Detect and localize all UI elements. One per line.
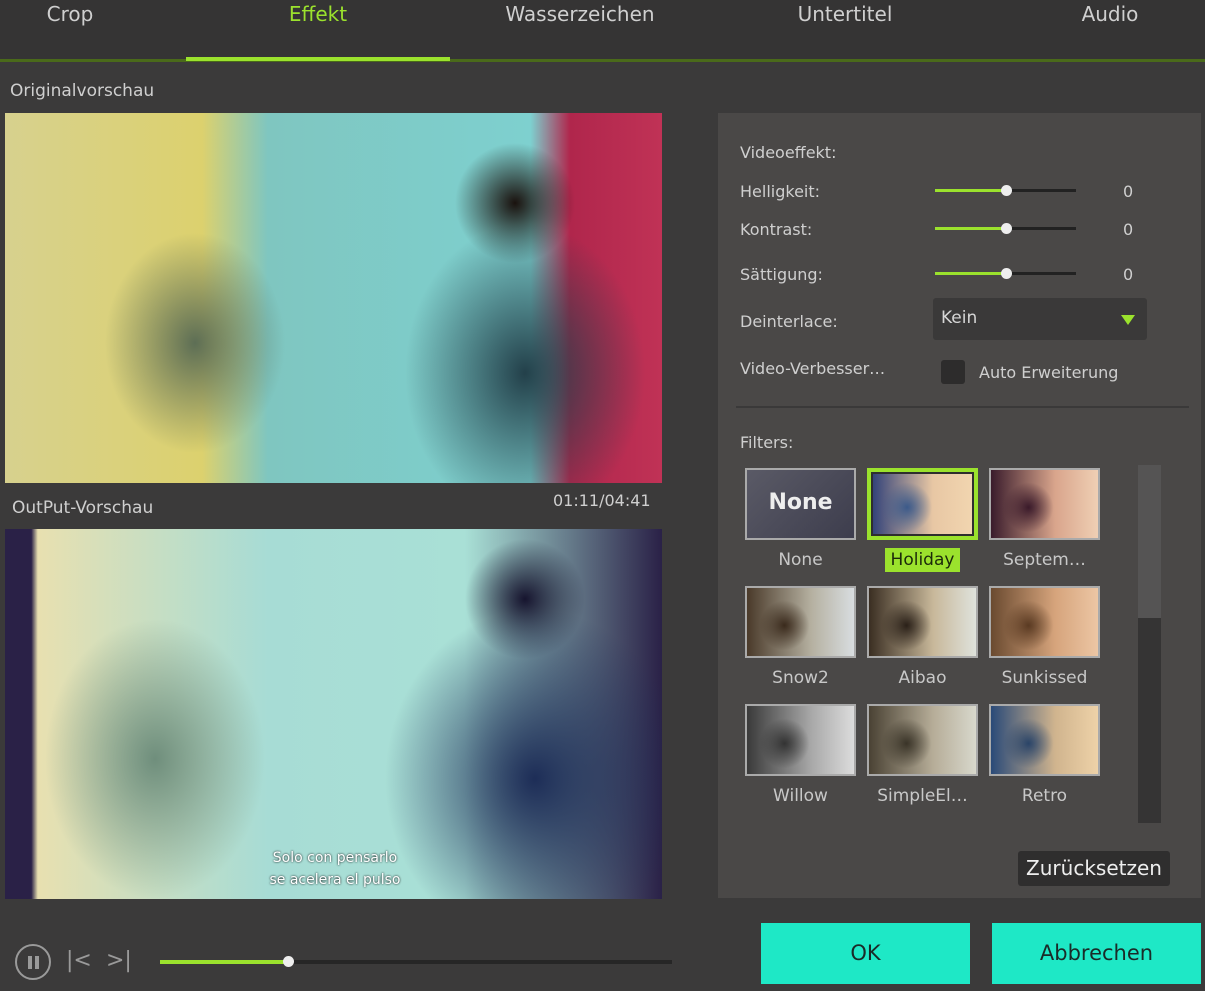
filter-label[interactable]: Retro bbox=[989, 786, 1100, 806]
filter-label[interactable]: SimpleEl… bbox=[867, 786, 978, 806]
slider-fill bbox=[935, 227, 1006, 230]
effect-panel: Videoeffekt: Helligkeit: 0 Kontrast: 0 S… bbox=[718, 113, 1201, 898]
tab-untertitel[interactable]: Untertitel bbox=[760, 2, 930, 26]
contrast-value: 0 bbox=[1123, 220, 1134, 239]
tab-bar: Crop Effekt Wasserzeichen Untertitel Aud… bbox=[0, 0, 1205, 62]
filter-label[interactable]: Sunkissed bbox=[989, 668, 1100, 688]
filter-label[interactable]: Willow bbox=[745, 786, 856, 806]
slider-handle[interactable] bbox=[1000, 185, 1012, 196]
filter-label[interactable]: Septem… bbox=[989, 550, 1100, 570]
brightness-slider[interactable] bbox=[935, 185, 1076, 196]
next-frame-icon[interactable]: >| bbox=[106, 948, 132, 973]
contrast-slider[interactable] bbox=[935, 223, 1076, 234]
filter-thumbnail[interactable] bbox=[745, 704, 856, 776]
video-effect-title: Videoeffekt: bbox=[740, 143, 837, 162]
tab-wasserzeichen[interactable]: Wasserzeichen bbox=[480, 2, 680, 26]
saturation-label: Sättigung: bbox=[740, 265, 823, 284]
active-tab-indicator bbox=[186, 57, 450, 61]
slider-fill bbox=[935, 272, 1006, 275]
subtitle-line: se acelera el pulso bbox=[269, 872, 401, 888]
filter-thumbnail[interactable]: None bbox=[745, 468, 856, 540]
auto-enhance-checkbox[interactable] bbox=[941, 360, 965, 384]
output-preview-video: Solo con pensarlo se acelera el pulso bbox=[5, 529, 662, 899]
original-preview-video bbox=[5, 113, 662, 483]
tab-crop[interactable]: Crop bbox=[20, 2, 120, 26]
ok-button[interactable]: OK bbox=[761, 923, 970, 984]
reset-button[interactable]: Zurücksetzen bbox=[1018, 851, 1170, 886]
deinterlace-value: Kein bbox=[941, 308, 978, 328]
seek-handle[interactable] bbox=[283, 956, 294, 967]
pause-icon-bar bbox=[35, 956, 39, 969]
divider bbox=[736, 406, 1189, 408]
previous-frame-icon[interactable]: |< bbox=[66, 948, 92, 973]
saturation-value: 0 bbox=[1123, 265, 1134, 284]
cancel-button[interactable]: Abbrechen bbox=[992, 923, 1201, 984]
subtitle-line: Solo con pensarlo bbox=[272, 850, 398, 866]
filter-thumbnail[interactable] bbox=[867, 468, 978, 540]
timecode: 01:11/04:41 bbox=[553, 491, 651, 510]
filter-label[interactable]: Snow2 bbox=[745, 668, 856, 688]
tab-audio[interactable]: Audio bbox=[1050, 2, 1170, 26]
tab-effekt[interactable]: Effekt bbox=[186, 2, 450, 26]
filter-thumbnail[interactable] bbox=[989, 586, 1100, 658]
slider-fill bbox=[935, 189, 1006, 192]
auto-enhance-label[interactable]: Auto Erweiterung bbox=[979, 363, 1118, 382]
deinterlace-label: Deinterlace: bbox=[740, 312, 838, 331]
filter-label[interactable]: Holiday bbox=[867, 548, 978, 572]
none-thumb-text: None bbox=[768, 490, 833, 515]
filter-label[interactable]: None bbox=[745, 550, 856, 570]
slider-handle[interactable] bbox=[1000, 223, 1012, 234]
filters-title: Filters: bbox=[740, 433, 794, 452]
brightness-value: 0 bbox=[1123, 182, 1134, 201]
deinterlace-select[interactable]: Kein bbox=[933, 298, 1147, 340]
subtitle-overlay: Solo con pensarlo se acelera el pulso bbox=[255, 847, 415, 891]
filter-thumbnail[interactable] bbox=[745, 586, 856, 658]
slider-handle[interactable] bbox=[1000, 268, 1012, 279]
filter-thumbnail[interactable] bbox=[867, 704, 978, 776]
pause-icon bbox=[28, 956, 32, 969]
filter-label[interactable]: Aibao bbox=[867, 668, 978, 688]
pause-button[interactable] bbox=[15, 944, 51, 980]
original-preview-label: Originalvorschau bbox=[10, 81, 155, 101]
output-preview-label: OutPut-Vorschau bbox=[12, 498, 154, 518]
saturation-slider[interactable] bbox=[935, 268, 1076, 279]
filter-scrollbar[interactable] bbox=[1138, 465, 1161, 823]
seek-progress bbox=[160, 960, 288, 964]
filter-thumbnail[interactable] bbox=[989, 704, 1100, 776]
seek-slider[interactable] bbox=[160, 956, 672, 967]
chevron-down-icon bbox=[1121, 315, 1135, 325]
scrollbar-thumb[interactable] bbox=[1138, 465, 1161, 618]
filter-thumbnail[interactable] bbox=[867, 586, 978, 658]
brightness-label: Helligkeit: bbox=[740, 182, 821, 201]
video-enhance-label: Video-Verbesser… bbox=[740, 359, 886, 378]
contrast-label: Kontrast: bbox=[740, 220, 813, 239]
filter-thumbnail[interactable] bbox=[989, 468, 1100, 540]
